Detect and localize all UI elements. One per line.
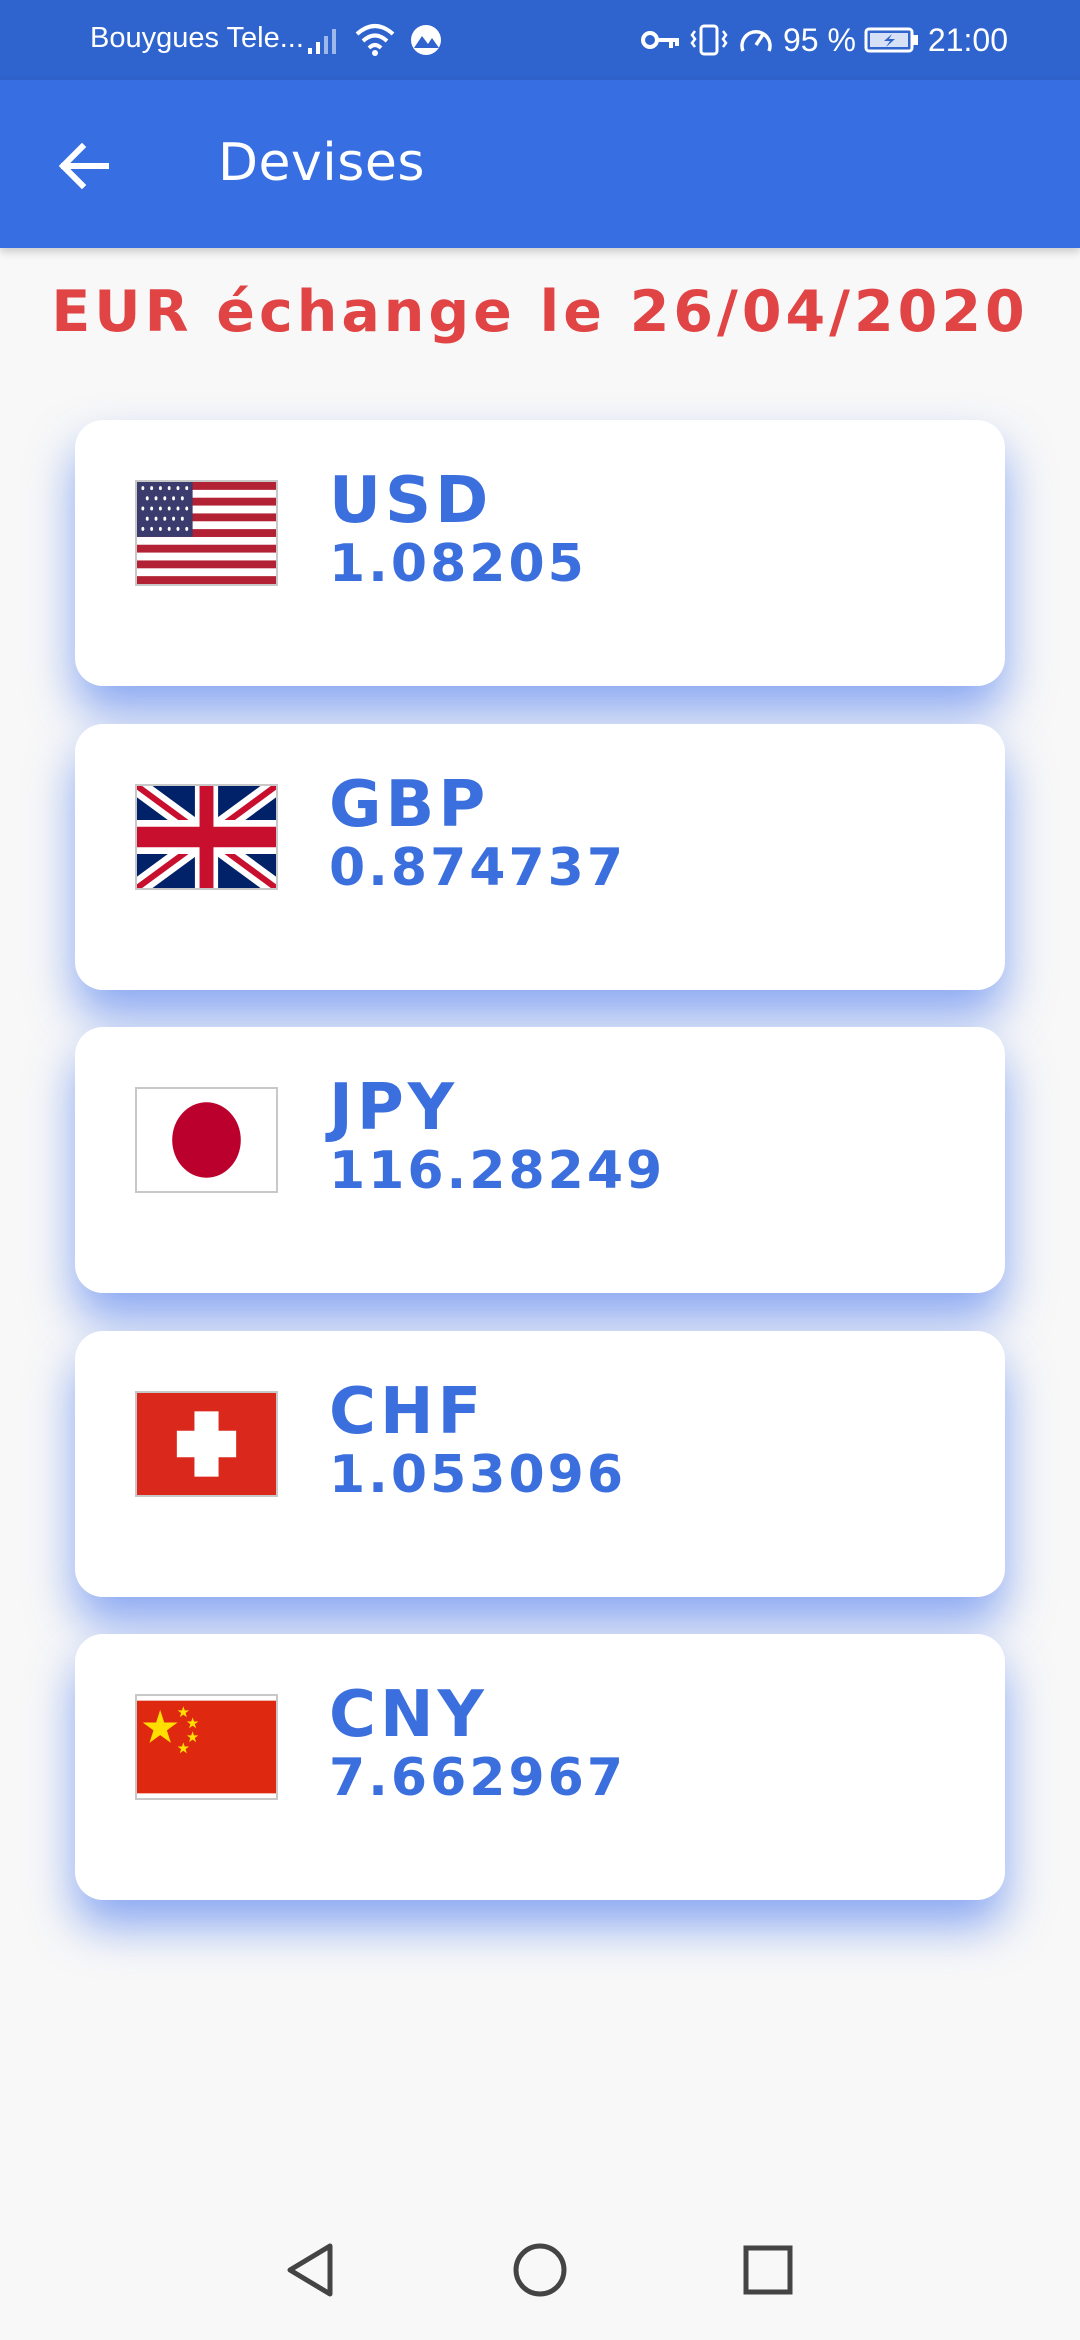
system-nav-bar (0, 2200, 1080, 2340)
status-icons-right: 95 % 21:00 (640, 14, 1008, 66)
exchange-date-heading: EUR échange le 26/04/2020 (51, 279, 1029, 345)
japan-flag-icon (135, 1087, 278, 1193)
clock-time: 21:00 (927, 21, 1008, 58)
currency-card-gbp[interactable]: GBP 0.874737 (75, 724, 1005, 990)
key-icon (640, 28, 681, 52)
currency-rate: 116.28249 (329, 1141, 666, 1201)
data-saver-icon (737, 23, 775, 57)
arrow-back-icon (58, 142, 109, 190)
status-icons-left (306, 18, 444, 62)
currency-card-chf[interactable]: CHF 1.053096 (75, 1331, 1005, 1597)
carrier-name: Bouygues Tele... (90, 22, 304, 54)
signal-icon (306, 24, 342, 56)
currency-code: CHF (329, 1375, 486, 1449)
currency-code: JPY (329, 1071, 459, 1145)
wifi-icon (354, 22, 396, 58)
nav-home-button[interactable] (490, 2220, 590, 2320)
us-flag-icon (135, 480, 278, 586)
vibrate-icon (689, 23, 729, 57)
currency-card-jpy[interactable]: JPY 116.28249 (75, 1027, 1005, 1293)
china-flag-icon (135, 1694, 278, 1800)
currency-rate: 1.08205 (329, 534, 587, 594)
currency-card-cny[interactable]: CNY 7.662967 (75, 1634, 1005, 1900)
page-title: Devises (218, 133, 425, 193)
currency-rate: 7.662967 (329, 1748, 627, 1808)
battery-icon (864, 26, 920, 54)
triangle-back-icon (287, 2243, 333, 2297)
currency-screen: Bouygues Tele... 95 % 21:00 Devises EUR … (0, 0, 1080, 2340)
status-bar: Bouygues Tele... 95 % 21:00 (0, 0, 1080, 80)
currency-card-usd[interactable]: USD 1.08205 (75, 420, 1005, 686)
currency-rate: 1.053096 (329, 1445, 627, 1505)
switzerland-flag-icon (135, 1391, 278, 1497)
uk-flag-icon (135, 784, 278, 890)
back-button[interactable] (42, 124, 126, 208)
currency-code: CNY (329, 1678, 488, 1752)
square-recents-icon (743, 2245, 793, 2295)
currency-code: USD (329, 464, 493, 538)
currency-code: GBP (329, 768, 490, 842)
circle-home-icon (513, 2243, 567, 2297)
currency-rate: 0.874737 (329, 838, 627, 898)
nav-recents-button[interactable] (718, 2220, 818, 2320)
battery-percent: 95 % (782, 21, 856, 58)
vpn-icon (408, 22, 444, 58)
nav-back-button[interactable] (260, 2220, 360, 2320)
app-bar: Devises (0, 80, 1080, 248)
